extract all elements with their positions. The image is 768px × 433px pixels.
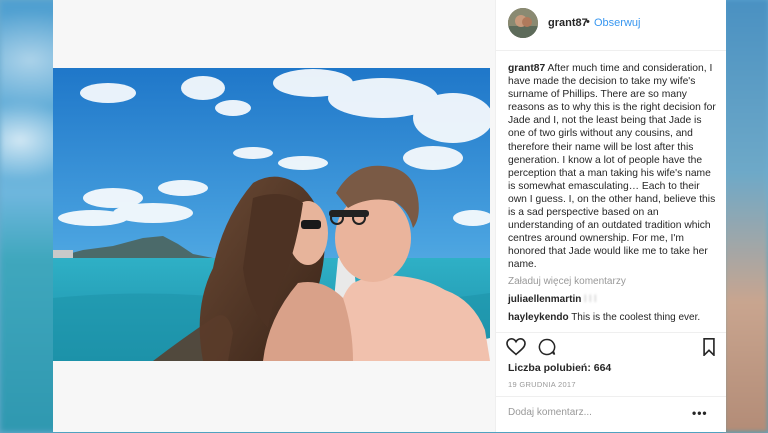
heart-icon[interactable]: [506, 337, 526, 361]
post-caption: grant87 After much time and consideratio…: [508, 62, 720, 272]
photo-pane: [53, 0, 495, 432]
likes-count[interactable]: Liczba polubień: 664: [508, 362, 611, 374]
post-actions: [496, 332, 726, 361]
follow-button[interactable]: Obserwuj: [594, 17, 640, 29]
bookmark-icon[interactable]: [702, 338, 716, 361]
comment-text: This is the coolest thing ever.: [571, 312, 701, 323]
header-username[interactable]: grant87: [548, 17, 588, 29]
instagram-post-card: grant87 • Obserwuj grant87 After much ti…: [53, 0, 726, 432]
avatar-image: [508, 8, 538, 38]
comment-bubble-icon[interactable]: [538, 338, 556, 361]
post-sidebar: grant87 • Obserwuj grant87 After much ti…: [495, 0, 726, 432]
add-comment-bar: •••: [496, 396, 726, 433]
caption-username[interactable]: grant87: [508, 63, 545, 74]
comment-item: hayleykendo This is the coolest thing ev…: [508, 312, 700, 323]
more-options-icon[interactable]: •••: [692, 406, 708, 420]
add-comment-input[interactable]: [508, 407, 678, 418]
blurred-background-right: [724, 0, 768, 432]
post-photo-image: [53, 68, 490, 361]
comment-item: juliaellenmartin l l l: [508, 294, 596, 305]
load-more-comments-link[interactable]: Załaduj więcej komentarzy: [508, 276, 626, 287]
comment-username[interactable]: hayleykendo: [508, 312, 569, 323]
post-photo[interactable]: [53, 68, 490, 361]
comment-text: l l l: [584, 294, 597, 305]
header-separator: •: [586, 16, 590, 28]
post-date: 19 GRUDNIA 2017: [508, 380, 576, 389]
post-header: grant87 • Obserwuj: [496, 0, 726, 51]
avatar[interactable]: [508, 8, 538, 38]
caption-text: After much time and consideration, I hav…: [508, 63, 716, 271]
comment-username[interactable]: juliaellenmartin: [508, 294, 581, 305]
